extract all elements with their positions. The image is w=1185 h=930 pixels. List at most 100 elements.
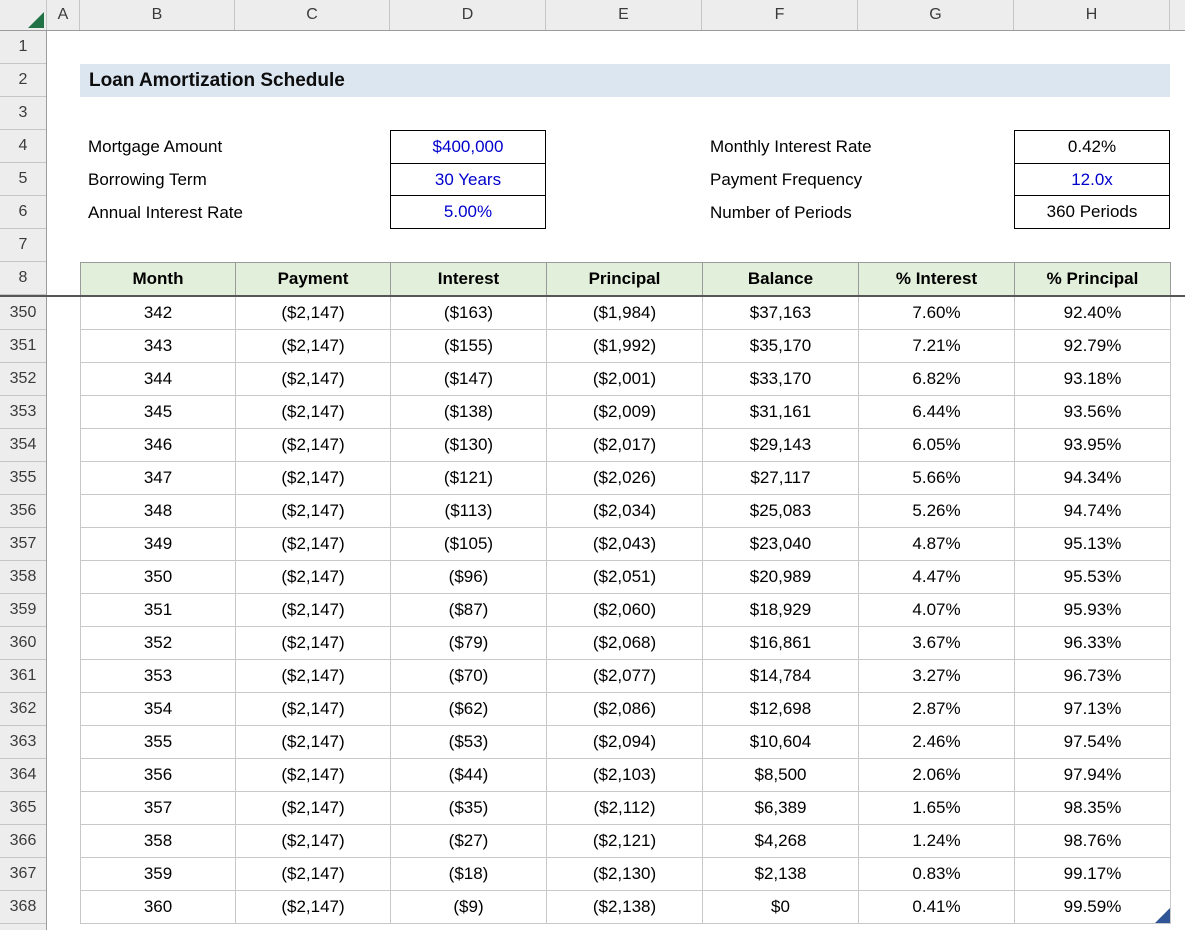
table-cell[interactable]: 4.07% (859, 594, 1015, 627)
table-cell[interactable]: $37,163 (703, 297, 859, 330)
payment-frequency-value-cell[interactable]: 12.0x (1015, 163, 1169, 196)
row-header-363[interactable]: 363 (0, 726, 46, 759)
table-cell[interactable]: ($2,121) (547, 825, 703, 858)
table-cell[interactable]: 97.13% (1015, 693, 1171, 726)
row-header-354[interactable]: 354 (0, 429, 46, 462)
table-cell[interactable]: 95.13% (1015, 528, 1171, 561)
table-header-month[interactable]: Month (81, 263, 236, 295)
table-cell[interactable]: ($130) (391, 429, 547, 462)
table-cell[interactable]: ($2,147) (236, 594, 391, 627)
row-header-3[interactable]: 3 (0, 97, 46, 130)
label-mortgage-amount[interactable]: Mortgage Amount (88, 130, 222, 163)
table-cell[interactable]: 5.26% (859, 495, 1015, 528)
borrowing-term-value-cell[interactable]: 30 Years (391, 163, 545, 196)
row-header-352[interactable]: 352 (0, 363, 46, 396)
table-cell[interactable]: ($2,147) (236, 660, 391, 693)
row-header-364[interactable]: 364 (0, 759, 46, 792)
table-cell[interactable]: $29,143 (703, 429, 859, 462)
label-payment-frequency[interactable]: Payment Frequency (710, 163, 862, 196)
row-header-2[interactable]: 2 (0, 64, 46, 97)
table-cell[interactable]: 347 (81, 462, 236, 495)
table-cell[interactable]: ($2,017) (547, 429, 703, 462)
table-cell[interactable]: 2.46% (859, 726, 1015, 759)
table-cell[interactable]: 99.59% (1015, 891, 1171, 924)
table-cell[interactable]: ($155) (391, 330, 547, 363)
table-cell[interactable]: 348 (81, 495, 236, 528)
table-cell[interactable]: ($2,130) (547, 858, 703, 891)
table-cell[interactable]: 358 (81, 825, 236, 858)
table-cell[interactable]: ($44) (391, 759, 547, 792)
table-header-payment[interactable]: Payment (236, 263, 391, 295)
row-header-353[interactable]: 353 (0, 396, 46, 429)
table-cell[interactable]: 7.60% (859, 297, 1015, 330)
table-cell[interactable]: $8,500 (703, 759, 859, 792)
table-cell[interactable]: ($27) (391, 825, 547, 858)
table-cell[interactable]: 7.21% (859, 330, 1015, 363)
table-cell[interactable]: 6.05% (859, 429, 1015, 462)
table-cell[interactable]: 359 (81, 858, 236, 891)
row-header-8[interactable]: 8 (0, 262, 46, 295)
table-cell[interactable]: ($2,034) (547, 495, 703, 528)
table-cell[interactable]: 3.67% (859, 627, 1015, 660)
table-cell[interactable]: ($2,147) (236, 528, 391, 561)
table-cell[interactable]: 354 (81, 693, 236, 726)
table-header-interest[interactable]: Interest (391, 263, 547, 295)
table-cell[interactable]: 95.53% (1015, 561, 1171, 594)
monthly-interest-rate-value-cell[interactable]: 0.42% (1015, 131, 1169, 163)
table-cell[interactable]: ($2,147) (236, 858, 391, 891)
table-cell[interactable]: $25,083 (703, 495, 859, 528)
row-header-355[interactable]: 355 (0, 462, 46, 495)
table-cell[interactable]: 98.76% (1015, 825, 1171, 858)
table-cell[interactable]: 99.17% (1015, 858, 1171, 891)
table-cell[interactable]: ($2,086) (547, 693, 703, 726)
table-cell[interactable]: ($2,147) (236, 561, 391, 594)
table-cell[interactable]: $14,784 (703, 660, 859, 693)
table-cell[interactable]: ($53) (391, 726, 547, 759)
table-cell[interactable]: 360 (81, 891, 236, 924)
table-cell[interactable]: $12,698 (703, 693, 859, 726)
table-cell[interactable]: ($2,147) (236, 627, 391, 660)
table-cell[interactable]: ($87) (391, 594, 547, 627)
row-header-356[interactable]: 356 (0, 495, 46, 528)
table-cell[interactable]: ($2,077) (547, 660, 703, 693)
table-cell[interactable]: 95.93% (1015, 594, 1171, 627)
table-cell[interactable]: 92.40% (1015, 297, 1171, 330)
table-cell[interactable]: 357 (81, 792, 236, 825)
column-header-G[interactable]: G (858, 0, 1014, 30)
table-cell[interactable]: 3.27% (859, 660, 1015, 693)
table-cell[interactable]: $0 (703, 891, 859, 924)
table-cell[interactable]: 93.95% (1015, 429, 1171, 462)
row-header-368[interactable]: 368 (0, 891, 46, 924)
column-header-C[interactable]: C (235, 0, 390, 30)
table-cell[interactable]: ($2,068) (547, 627, 703, 660)
table-cell[interactable]: ($2,147) (236, 495, 391, 528)
table-cell[interactable]: 98.35% (1015, 792, 1171, 825)
table-cell[interactable]: 6.44% (859, 396, 1015, 429)
mortgage-amount-value-cell[interactable]: $400,000 (391, 131, 545, 163)
table-cell[interactable]: 352 (81, 627, 236, 660)
row-header-365[interactable]: 365 (0, 792, 46, 825)
table-cell[interactable]: $27,117 (703, 462, 859, 495)
table-cell[interactable]: 349 (81, 528, 236, 561)
table-cell[interactable]: $18,929 (703, 594, 859, 627)
table-cell[interactable]: $20,989 (703, 561, 859, 594)
table-cell[interactable]: $31,161 (703, 396, 859, 429)
table-cell[interactable]: ($2,147) (236, 297, 391, 330)
table-cell[interactable]: 345 (81, 396, 236, 429)
table-cell[interactable]: 350 (81, 561, 236, 594)
table-cell[interactable]: ($2,147) (236, 693, 391, 726)
table-cell[interactable]: 97.54% (1015, 726, 1171, 759)
column-header-E[interactable]: E (546, 0, 702, 30)
table-cell[interactable]: ($2,147) (236, 396, 391, 429)
table-cell[interactable]: ($2,043) (547, 528, 703, 561)
table-cell[interactable]: ($2,138) (547, 891, 703, 924)
table-cell[interactable]: ($2,147) (236, 429, 391, 462)
row-header-362[interactable]: 362 (0, 693, 46, 726)
row-header-360[interactable]: 360 (0, 627, 46, 660)
table-header-principal[interactable]: % Principal (1015, 263, 1171, 295)
table-header-interest[interactable]: % Interest (859, 263, 1015, 295)
table-cell[interactable]: ($9) (391, 891, 547, 924)
table-cell[interactable]: ($2,147) (236, 726, 391, 759)
table-cell[interactable]: ($2,147) (236, 825, 391, 858)
table-cell[interactable]: $2,138 (703, 858, 859, 891)
